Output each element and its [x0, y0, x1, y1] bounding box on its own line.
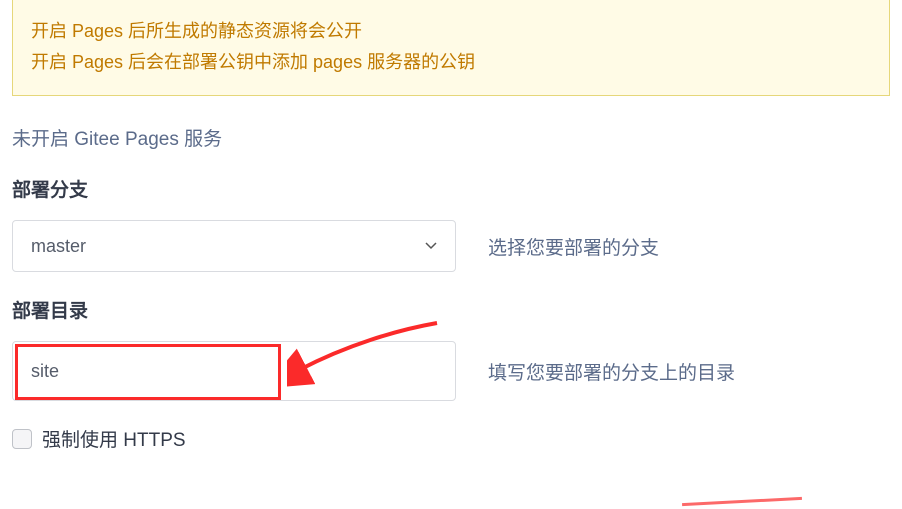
force-https-label: 强制使用 HTTPS: [42, 425, 186, 452]
notice-line-1: 开启 Pages 后所生成的静态资源将会公开: [31, 16, 871, 47]
service-status-text: 未开启 Gitee Pages 服务: [12, 124, 890, 151]
notice-line-2: 开启 Pages 后会在部署公钥中添加 pages 服务器的公钥: [31, 47, 871, 78]
branch-select[interactable]: master: [12, 220, 456, 272]
directory-section-label: 部署目录: [12, 296, 890, 323]
branch-section-label: 部署分支: [12, 175, 890, 202]
directory-hint-text: 填写您要部署的分支上的目录: [488, 358, 735, 385]
notice-banner: 开启 Pages 后所生成的静态资源将会公开 开启 Pages 后会在部署公钥中…: [12, 0, 890, 96]
force-https-checkbox[interactable]: [12, 429, 32, 449]
directory-input-wrapper: [12, 341, 456, 401]
chevron-down-icon: [425, 239, 437, 253]
branch-hint-text: 选择您要部署的分支: [488, 233, 659, 260]
annotation-stroke: [682, 497, 802, 506]
directory-input[interactable]: [17, 342, 451, 400]
branch-selected-value: master: [31, 236, 86, 257]
